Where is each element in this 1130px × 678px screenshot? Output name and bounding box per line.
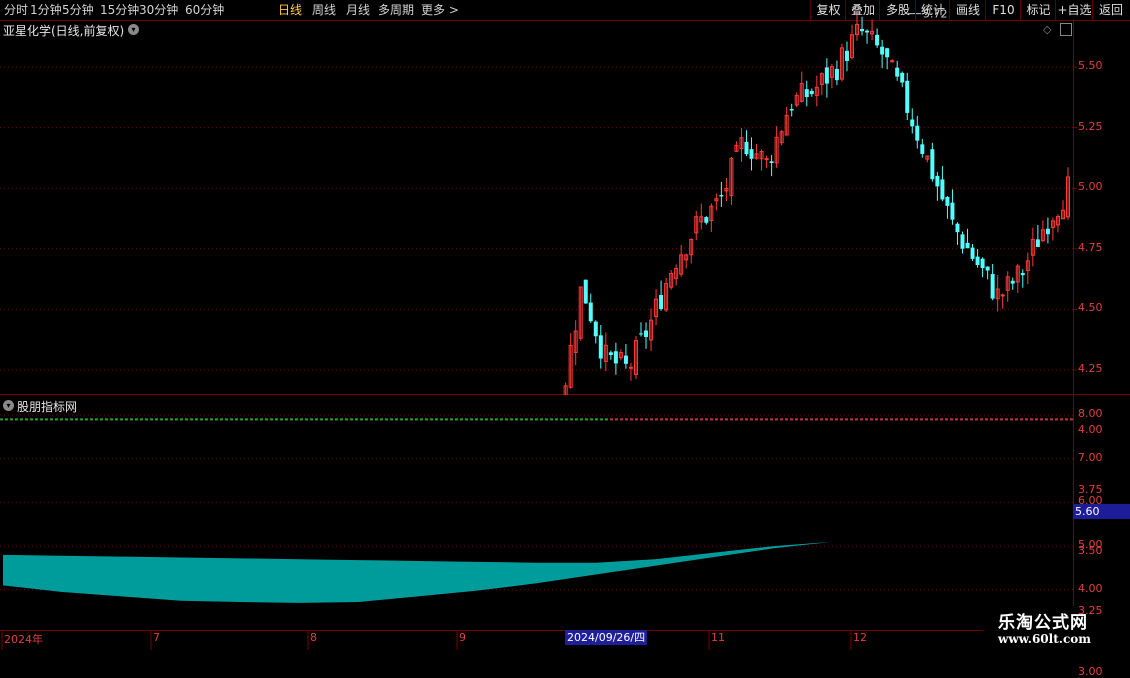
candle-body [920,144,925,154]
x-axis-label: 2024年 [4,633,43,646]
x-axis-label: 8 [310,631,317,644]
candle-body [644,330,649,337]
candle-body [960,234,965,249]
candle-body [809,90,814,95]
toolbar-btn-7[interactable]: +自选 [1055,0,1093,20]
candle-body [935,175,940,187]
period-3[interactable]: 15分钟 [100,2,139,18]
candle-body [1035,239,1040,248]
y-tick-label: 4.75 [1078,240,1103,254]
candle-body [608,352,613,356]
candle-body [613,351,618,364]
candle-body [804,89,809,98]
y-tick-label: 4.25 [1078,362,1103,375]
toolbar-btn-3[interactable]: 统计 [915,0,950,20]
candle-body [583,279,588,304]
candle-body [769,161,774,164]
candle-body [588,302,593,322]
period-5[interactable]: 60分钟 [185,2,224,18]
watermark-title: 乐淘公式网 [998,613,1088,633]
watermark-url: www.60lt.com [998,632,1091,646]
candle-body [940,179,945,200]
x-axis-label: 11 [711,631,725,644]
x-axis-label: 12 [853,631,867,644]
y-tick-label: 3.00 [1078,665,1103,678]
candle-body [623,355,628,364]
period-8[interactable]: 月线 [346,2,370,18]
date-cursor-label: 2024/09/26/四 [565,630,648,645]
y-tick-label: 4.50 [1078,301,1103,315]
candle-body [980,258,985,269]
candle-body [885,48,890,58]
y-tick-label: 3.25 [1078,604,1103,618]
candle-body [955,223,960,233]
candle-body [945,196,950,206]
period-10[interactable]: 更多 > [421,2,459,18]
indicator-chart[interactable] [0,395,1130,650]
candle-body [950,202,955,220]
candle-body [985,266,990,271]
y-tick-label: 5.25 [1078,119,1103,133]
period-4[interactable]: 30分钟 [139,2,178,18]
candle-body [900,72,905,83]
candle-body [910,119,915,127]
period-2[interactable]: 5分钟 [62,2,94,18]
candle-body [834,68,839,81]
period-6[interactable]: 日线 [278,2,302,18]
y-tick-label: 4.00 [1078,422,1103,436]
candle-body [930,149,935,180]
toolbar-btn-6[interactable]: 标记 [1020,0,1056,20]
lower-band-area [3,539,1070,603]
candle-body [638,333,643,335]
indicator-y-tick-label: 6.00 [1078,494,1103,508]
period-1[interactable]: 1分钟 [30,2,62,18]
x-axis-label: 7 [153,631,160,644]
indicator-y-tick-label: 5.00 [1078,538,1103,552]
period-0[interactable]: 分时 [4,2,28,18]
candle-body [1045,228,1050,235]
indicator-y-tick-label: 7.00 [1078,450,1103,464]
candle-body [990,274,995,299]
candle-body [749,149,754,159]
candle-body [1020,273,1025,276]
toolbar-btn-5[interactable]: F10 [985,0,1021,20]
period-7[interactable]: 周线 [312,2,336,18]
candle-body [895,67,900,77]
toolbar-btn-4[interactable]: 画线 [949,0,986,20]
candle-body [593,321,598,337]
candle-body [970,247,975,259]
candle-body [1010,280,1015,284]
candle-body [744,141,749,155]
y-tick-label: 5.00 [1078,180,1103,194]
candle-body [965,242,970,249]
toolbar-btn-1[interactable]: 叠加 [845,0,880,20]
candle-body [659,295,664,310]
toolbar-btn-8[interactable]: 返回 [1092,0,1129,20]
candle-body [789,109,794,111]
indicator-y-tick-label: 8.00 [1078,407,1103,420]
candle-body [875,34,880,46]
candle-body [598,335,603,359]
candle-body [764,158,769,161]
candle-body [704,217,709,223]
candle-body [905,80,910,113]
y-tick-label: 5.50 [1078,59,1103,72]
toolbar-btn-2[interactable]: 多股 [879,0,916,20]
candle-body [844,50,849,62]
candle-body [1000,294,1005,297]
candle-body [824,67,829,84]
candlestick-chart[interactable]: 5.722.95 [0,0,1130,395]
candle-body [915,125,920,141]
indicator-y-tick-label: 4.00 [1078,581,1103,595]
candle-body [880,46,885,55]
candle-body [975,256,980,266]
candle-body [865,30,870,33]
candle-body [860,28,865,32]
candle-body [719,195,724,197]
candle-body [628,366,633,369]
toolbar-btn-0[interactable]: 复权 [810,0,846,20]
period-9[interactable]: 多周期 [378,2,414,18]
x-axis-label: 9 [459,631,466,644]
